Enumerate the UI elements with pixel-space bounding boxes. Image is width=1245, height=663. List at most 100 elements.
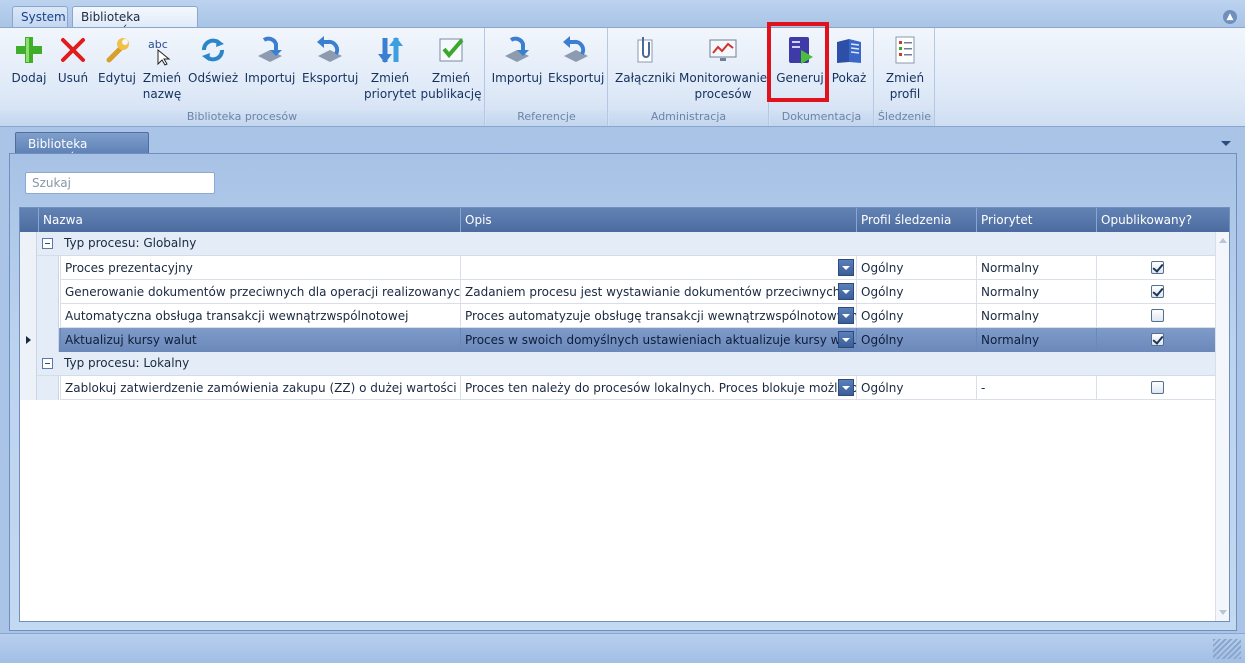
vertical-scrollbar[interactable] <box>1215 232 1229 621</box>
column-header-opublikowany[interactable]: Opublikowany? <box>1096 208 1216 232</box>
published-checkbox[interactable] <box>1151 261 1164 274</box>
cell-name[interactable]: Zablokuj zatwierdzenie zamówienia zakupu… <box>60 376 460 400</box>
cell-name[interactable]: Aktualizuj kursy walut <box>60 328 460 352</box>
attachments-button[interactable]: Załączniki <box>615 30 675 86</box>
cell-published[interactable] <box>1096 376 1216 400</box>
description-dropdown-icon[interactable] <box>838 331 854 348</box>
wrench-icon <box>106 38 129 63</box>
group-row-lokalny[interactable]: Typ procesu: Lokalny <box>20 352 1215 376</box>
import-button[interactable]: Importuj <box>244 30 296 86</box>
column-header-opis[interactable]: Opis <box>460 208 856 232</box>
cell-profile[interactable]: Ogólny <box>856 280 976 304</box>
description-text: Zadaniem procesu jest wystawianie dokume… <box>465 285 856 299</box>
cell-priority[interactable]: Normalny <box>976 304 1096 328</box>
group-indent <box>37 280 59 304</box>
published-checkbox[interactable] <box>1151 309 1164 322</box>
table-row[interactable]: Zablokuj zatwierdzenie zamówienia zakupu… <box>20 376 1216 400</box>
ribbon-group-administration: Załączniki Monitorowanie procesów Admini… <box>609 28 769 126</box>
ribbon: Dodaj Usuń Edytuj abc Zmień nazwę Odświe… <box>0 27 1245 127</box>
ribbon-group-library: Dodaj Usuń Edytuj abc Zmień nazwę Odświe… <box>0 28 485 126</box>
collapse-group-icon[interactable] <box>42 358 53 369</box>
ribbon-group-label: Referencje <box>486 110 607 126</box>
cell-published[interactable] <box>1096 256 1216 280</box>
tab-document-biblioteka[interactable]: Biblioteka procesów <box>15 132 149 165</box>
ref-import-button[interactable]: Importuj <box>490 30 544 86</box>
change-profile-button[interactable]: Zmień profil <box>879 30 931 102</box>
cell-description[interactable]: Proces w swoich domyślnych ustawieniach … <box>460 328 856 352</box>
description-text: Proces ten należy do procesów lokalnych.… <box>465 381 856 395</box>
published-checkbox[interactable] <box>1151 285 1164 298</box>
delete-x-icon <box>61 38 85 62</box>
cell-published[interactable] <box>1096 280 1216 304</box>
description-dropdown-icon[interactable] <box>838 379 854 396</box>
edit-button[interactable]: Edytuj <box>96 30 138 86</box>
table-row[interactable]: Automatyczna obsługa transakcji wewnątrz… <box>20 304 1216 328</box>
cell-priority[interactable]: Normalny <box>976 328 1096 352</box>
add-button[interactable]: Dodaj <box>8 30 50 86</box>
column-header-nazwa[interactable]: Nazwa <box>38 208 460 232</box>
column-header-priorytet[interactable]: Priorytet <box>976 208 1096 232</box>
grid-header: Nazwa Opis Profil śledzenia Priorytet Op… <box>20 208 1229 232</box>
cell-description[interactable]: Zadaniem procesu jest wystawianie dokume… <box>460 280 856 304</box>
collapse-group-icon[interactable] <box>42 238 53 249</box>
row-indicator <box>20 256 37 280</box>
group-label: Typ procesu: Globalny <box>64 236 197 250</box>
group-indent <box>37 256 59 280</box>
cell-priority[interactable]: Normalny <box>976 256 1096 280</box>
tab-list-dropdown-icon[interactable] <box>1221 141 1231 146</box>
row-indicator <box>20 304 37 328</box>
ref-export-button[interactable]: Eksportuj <box>548 30 604 86</box>
refresh-button[interactable]: Odśwież <box>188 30 238 86</box>
profile-list-icon <box>895 36 915 64</box>
cell-published[interactable] <box>1096 304 1216 328</box>
cell-description[interactable]: Proces ten należy do procesów lokalnych.… <box>460 376 856 400</box>
resize-grip-icon[interactable] <box>1213 639 1241 659</box>
scroll-up-icon[interactable] <box>1219 238 1227 243</box>
group-row-globalny[interactable]: Typ procesu: Globalny <box>20 232 1215 256</box>
table-row[interactable]: Proces prezentacyjny Ogólny Normalny <box>20 256 1216 280</box>
svg-text:abc: abc <box>148 38 168 51</box>
cell-name[interactable]: Automatyczna obsługa transakcji wewnątrz… <box>60 304 460 328</box>
status-bar <box>0 633 1245 663</box>
description-dropdown-icon[interactable] <box>838 283 854 300</box>
collapse-ribbon-icon[interactable]: ▲ <box>1223 10 1237 24</box>
import-icon <box>258 36 282 62</box>
priority-arrows-icon <box>378 37 403 63</box>
tab-system[interactable]: System <box>12 6 68 27</box>
tab-biblioteka-procesow[interactable]: Biblioteka procesów <box>72 6 198 38</box>
cell-priority[interactable]: - <box>976 376 1096 400</box>
table-row[interactable]: Generowanie dokumentów przeciwnych dla o… <box>20 280 1216 304</box>
search-input[interactable]: Szukaj <box>25 172 215 194</box>
export-button[interactable]: Eksportuj <box>302 30 358 86</box>
cell-priority[interactable]: Normalny <box>976 280 1096 304</box>
rename-button[interactable]: abc Zmień nazwę <box>140 30 184 102</box>
published-checkbox[interactable] <box>1151 333 1164 346</box>
refresh-icon <box>202 38 224 62</box>
process-monitoring-button[interactable]: Monitorowanie procesów <box>679 30 767 102</box>
cell-published[interactable] <box>1096 328 1216 352</box>
column-header-profil[interactable]: Profil śledzenia <box>856 208 976 232</box>
description-text: Proces w swoich domyślnych ustawieniach … <box>465 333 856 347</box>
process-grid: Nazwa Opis Profil śledzenia Priorytet Op… <box>19 207 1230 622</box>
cell-description[interactable]: Proces automatyzuje obsługę transakcji w… <box>460 304 856 328</box>
description-dropdown-icon[interactable] <box>838 259 854 276</box>
cell-profile[interactable]: Ogólny <box>856 256 976 280</box>
cell-description[interactable] <box>460 256 856 280</box>
change-priority-button[interactable]: Zmień priorytet <box>362 30 418 102</box>
cell-profile[interactable]: Ogólny <box>856 304 976 328</box>
table-row-selected[interactable]: Aktualizuj kursy walut Proces w swoich d… <box>20 328 1216 352</box>
ribbon-group-references: Importuj Eksportuj Referencje <box>486 28 608 126</box>
scroll-down-icon[interactable] <box>1219 610 1227 615</box>
ribbon-group-label: Śledzenie <box>875 110 934 126</box>
delete-button[interactable]: Usuń <box>52 30 94 86</box>
cell-name[interactable]: Proces prezentacyjny <box>60 256 460 280</box>
published-checkbox[interactable] <box>1151 381 1164 394</box>
description-dropdown-icon[interactable] <box>838 307 854 324</box>
ribbon-group-tracking: Zmień profil Śledzenie <box>875 28 935 126</box>
cell-profile[interactable]: Ogólny <box>856 328 976 352</box>
cell-profile[interactable]: Ogólny <box>856 376 976 400</box>
cell-name[interactable]: Generowanie dokumentów przeciwnych dla o… <box>60 280 460 304</box>
change-publication-button[interactable]: Zmień publikację <box>420 30 482 102</box>
generate-highlight-box <box>767 22 829 102</box>
show-button[interactable]: Pokaż <box>828 30 870 86</box>
